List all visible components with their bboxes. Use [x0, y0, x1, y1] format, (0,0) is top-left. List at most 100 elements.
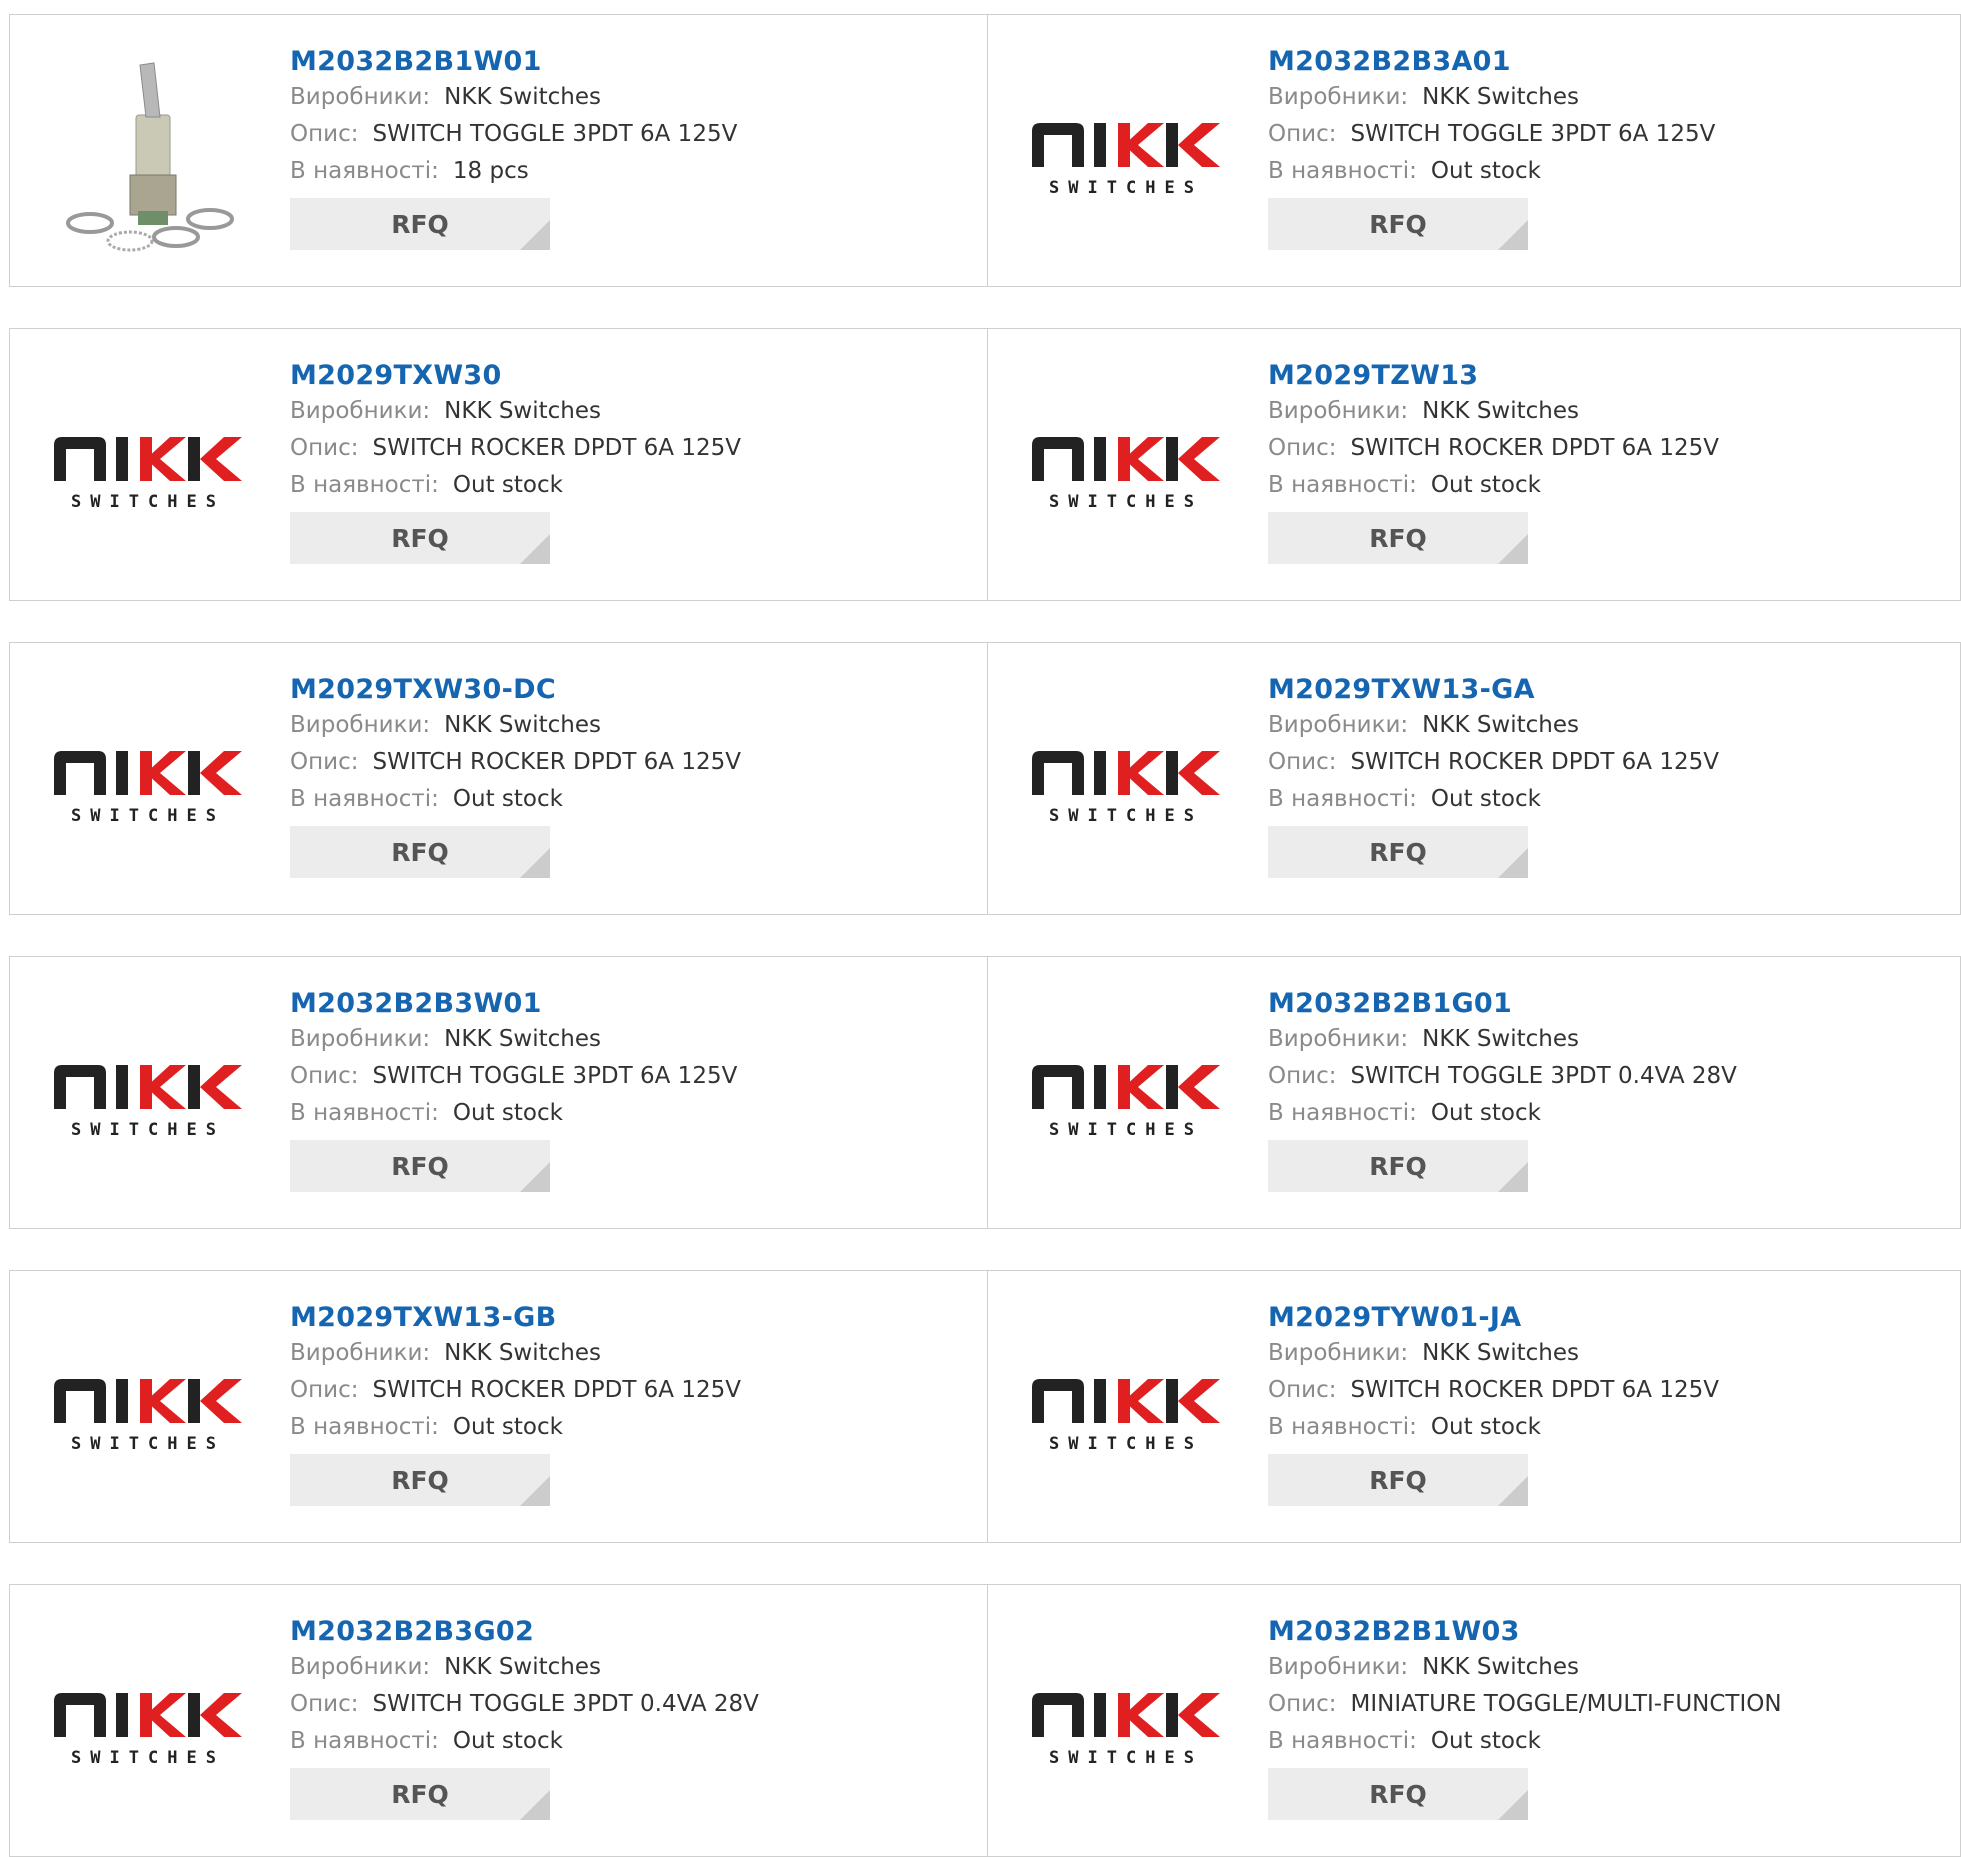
manufacturer-label: Виробники: [1268, 1026, 1409, 1052]
rfq-button[interactable]: RFQ [290, 198, 550, 250]
part-number-link[interactable]: M2032B2B1W01 [290, 45, 737, 79]
stock-label: В наявності: [1268, 1728, 1417, 1754]
product-card: M2032B2B1G01 Виробники: NKK Switches Опис: S… [988, 957, 1961, 1228]
part-number-link[interactable]: M2029TZW13 [1268, 359, 1719, 393]
rfq-button[interactable]: RFQ [290, 826, 550, 878]
description-value: SWITCH TOGGLE 3PDT 6A 125V [372, 1063, 738, 1089]
rfq-label: RFQ [391, 1465, 449, 1495]
description-value: SWITCH ROCKER DPDT 6A 125V [1350, 749, 1719, 775]
corner-triangle-icon [1498, 848, 1528, 878]
part-number-link[interactable]: M2029TXW13-GA [1268, 673, 1719, 707]
description-line: Опис: SWITCH ROCKER DPDT 6A 125V [1268, 430, 1719, 467]
product-row: M2032B2B1W01 Виробники: NKK Switches Опис: S… [9, 14, 1961, 287]
rfq-button[interactable]: RFQ [290, 512, 550, 564]
product-photo[interactable] [50, 55, 250, 255]
manufacturer-value: NKK Switches [1422, 712, 1580, 738]
rfq-button[interactable]: RFQ [1268, 1140, 1528, 1192]
stock-value: Out stock [1430, 158, 1541, 184]
part-number-link[interactable]: M2032B2B3W01 [290, 987, 737, 1021]
rfq-button[interactable]: RFQ [1268, 1768, 1528, 1820]
description-value: SWITCH ROCKER DPDT 6A 125V [1350, 435, 1719, 461]
nkk-logo-image[interactable] [1028, 55, 1228, 255]
manufacturer-value: NKK Switches [444, 1340, 602, 1366]
part-number-link[interactable]: M2029TYW01-JA [1268, 1301, 1719, 1335]
part-number-link[interactable]: M2029TXW30-DC [290, 673, 741, 707]
rfq-button[interactable]: RFQ [1268, 826, 1528, 878]
description-label: Опис: [290, 435, 359, 461]
manufacturer-value: NKK Switches [1422, 1026, 1580, 1052]
rfq-button[interactable]: RFQ [290, 1140, 550, 1192]
part-number-link[interactable]: M2029TXW30 [290, 359, 741, 393]
stock-label: В наявності: [1268, 472, 1417, 498]
product-card: M2032B2B3A01 Виробники: NKK Switches Опис: S… [988, 15, 1961, 286]
stock-line: В наявності: Out stock [1268, 153, 1715, 190]
rfq-label: RFQ [1369, 1465, 1427, 1495]
nkk-logo-image[interactable] [50, 683, 250, 883]
manufacturer-line: Виробники: NKK Switches [1268, 707, 1719, 744]
product-info: M2029TXW13-GB Виробники: NKK Switches Опис:… [290, 1301, 741, 1506]
product-info: M2032B2B1W03 Виробники: NKK Switches Опис: M… [1268, 1615, 1782, 1820]
part-number-link[interactable]: M2032B2B1W03 [1268, 1615, 1782, 1649]
description-label: Опис: [1268, 1691, 1337, 1717]
product-card: M2032B2B3W01 Виробники: NKK Switches Опис: S… [10, 957, 986, 1228]
manufacturer-label: Виробники: [290, 1654, 431, 1680]
description-label: Опис: [290, 749, 359, 775]
stock-line: В наявності: Out stock [290, 1095, 737, 1132]
manufacturer-line: Виробники: NKK Switches [290, 393, 741, 430]
manufacturer-line: Виробники: NKK Switches [290, 1649, 759, 1686]
nkk-logo-image[interactable] [50, 369, 250, 569]
part-number-link[interactable]: M2029TXW13-GB [290, 1301, 741, 1335]
part-number-link[interactable]: M2032B2B3G02 [290, 1615, 759, 1649]
stock-value: Out stock [1430, 1414, 1541, 1440]
manufacturer-value: NKK Switches [1422, 1340, 1580, 1366]
manufacturer-label: Виробники: [1268, 84, 1409, 110]
nkk-logo-image[interactable] [50, 1625, 250, 1825]
product-row: M2029TXW30 Виробники: NKK Switches Опис: SWI… [9, 328, 1961, 601]
description-line: Опис: SWITCH ROCKER DPDT 6A 125V [290, 430, 741, 467]
rfq-button[interactable]: RFQ [290, 1768, 550, 1820]
rfq-label: RFQ [1369, 209, 1427, 239]
corner-triangle-icon [520, 1790, 550, 1820]
product-info: M2032B2B3A01 Виробники: NKK Switches Опис: S… [1268, 45, 1715, 250]
rfq-button[interactable]: RFQ [1268, 198, 1528, 250]
stock-value: Out stock [452, 1414, 563, 1440]
rfq-button[interactable]: RFQ [1268, 1454, 1528, 1506]
rfq-button[interactable]: RFQ [290, 1454, 550, 1506]
nkk-logo-image[interactable] [50, 997, 250, 1197]
product-info: M2032B2B3G02 Виробники: NKK Switches Опис: S… [290, 1615, 759, 1820]
description-label: Опис: [1268, 749, 1337, 775]
corner-triangle-icon [1498, 1790, 1528, 1820]
stock-value: Out stock [452, 472, 563, 498]
description-label: Опис: [290, 1377, 359, 1403]
product-card: M2029TXW30-DC Виробники: NKK Switches Опис:… [10, 643, 986, 914]
nkk-logo-image[interactable] [50, 1311, 250, 1511]
nkk-logo-image[interactable] [1028, 997, 1228, 1197]
nkk-logo-image[interactable] [1028, 683, 1228, 883]
product-card: M2029TXW13-GB Виробники: NKK Switches Опис:… [10, 1271, 986, 1542]
description-line: Опис: SWITCH TOGGLE 3PDT 6A 125V [1268, 116, 1715, 153]
manufacturer-label: Виробники: [1268, 1654, 1409, 1680]
stock-line: В наявності: Out stock [290, 1409, 741, 1446]
manufacturer-line: Виробники: NKK Switches [1268, 393, 1719, 430]
product-info: M2029TZW13 Виробники: NKK Switches Опис: SWI… [1268, 359, 1719, 564]
manufacturer-label: Виробники: [290, 1026, 431, 1052]
nkk-logo-image[interactable] [1028, 1625, 1228, 1825]
stock-line: В наявності: Out stock [1268, 467, 1719, 504]
description-line: Опис: SWITCH TOGGLE 3PDT 0.4VA 28V [290, 1686, 759, 1723]
product-card: M2032B2B3G02 Виробники: NKK Switches Опис: S… [10, 1585, 986, 1856]
manufacturer-value: NKK Switches [444, 1026, 602, 1052]
stock-value: Out stock [1430, 786, 1541, 812]
manufacturer-label: Виробники: [1268, 712, 1409, 738]
manufacturer-value: NKK Switches [444, 1654, 602, 1680]
description-label: Опис: [1268, 1063, 1337, 1089]
manufacturer-line: Виробники: NKK Switches [1268, 1335, 1719, 1372]
rfq-button[interactable]: RFQ [1268, 512, 1528, 564]
part-number-link[interactable]: M2032B2B1G01 [1268, 987, 1737, 1021]
manufacturer-line: Виробники: NKK Switches [1268, 79, 1715, 116]
part-number-link[interactable]: M2032B2B3A01 [1268, 45, 1715, 79]
nkk-logo-image[interactable] [1028, 1311, 1228, 1511]
description-value: SWITCH ROCKER DPDT 6A 125V [372, 435, 741, 461]
stock-value: Out stock [1430, 1728, 1541, 1754]
stock-line: В наявності: Out stock [1268, 781, 1719, 818]
nkk-logo-image[interactable] [1028, 369, 1228, 569]
